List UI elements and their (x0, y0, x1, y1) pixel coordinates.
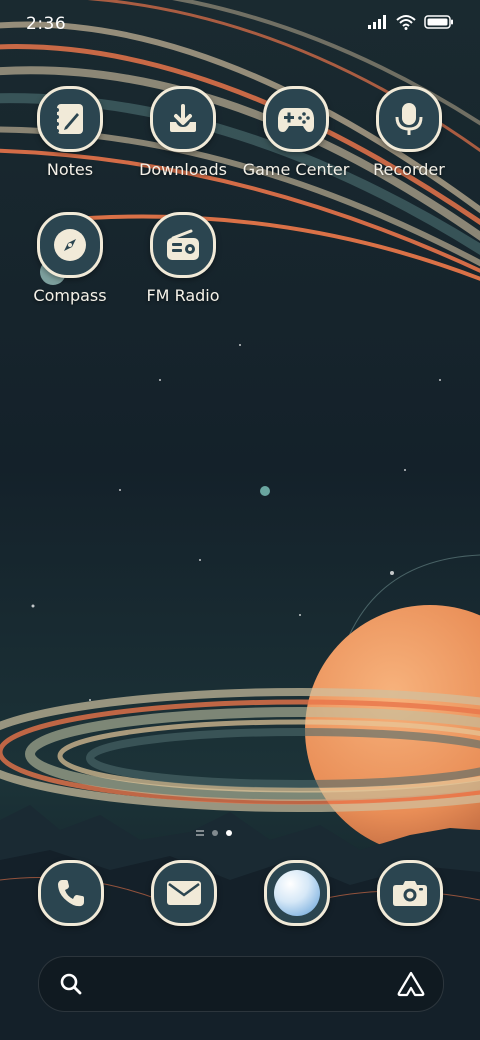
dock-mail[interactable] (151, 860, 217, 926)
camera-app-icon[interactable] (377, 860, 443, 926)
app-label: FM Radio (146, 286, 220, 305)
status-bar: 2:36 (0, 0, 480, 50)
notes-app-icon[interactable] (37, 86, 103, 152)
page-indicator[interactable] (196, 830, 232, 836)
wifi-icon (396, 15, 416, 30)
app-compass[interactable]: Compass (10, 212, 130, 305)
search-bar[interactable] (38, 956, 444, 1012)
camera-icon (393, 881, 427, 906)
notes-icon (55, 104, 83, 134)
app-label: Compass (33, 286, 107, 305)
dock-phone[interactable] (38, 860, 104, 926)
app-downloads[interactable]: Downloads (123, 86, 243, 179)
app-recorder[interactable]: Recorder (349, 86, 469, 179)
phone-app-icon[interactable] (38, 860, 104, 926)
signal-icon (368, 15, 386, 29)
app-notes[interactable]: Notes (10, 86, 130, 179)
status-icons (368, 14, 454, 30)
app-label: Downloads (139, 160, 227, 179)
downloads-app-icon[interactable] (150, 86, 216, 152)
radio-icon (167, 229, 199, 260)
dock-browser[interactable] (264, 860, 330, 926)
search-icon[interactable] (59, 972, 83, 996)
dock-camera[interactable] (377, 860, 443, 926)
app-label: Notes (46, 160, 94, 179)
battery-icon (424, 15, 453, 29)
recorder-app-icon[interactable] (376, 86, 442, 152)
browser-app-icon[interactable] (264, 860, 330, 926)
microphone-icon (395, 103, 423, 135)
assistant-icon[interactable] (397, 971, 425, 997)
page-dot[interactable] (196, 830, 204, 836)
compass-app-icon[interactable] (37, 212, 103, 278)
browser-icon (274, 870, 320, 916)
fm-radio-app-icon[interactable] (150, 212, 216, 278)
mail-icon (167, 881, 201, 905)
app-game-center[interactable]: Game Center (236, 86, 356, 179)
page-dot[interactable] (212, 830, 218, 836)
clock: 2:36 (26, 14, 67, 34)
mail-app-icon[interactable] (151, 860, 217, 926)
compass-icon (54, 229, 86, 261)
download-icon (170, 104, 196, 132)
gamepad-icon (278, 108, 314, 132)
app-label: Recorder (373, 160, 445, 179)
game-center-app-icon[interactable] (263, 86, 329, 152)
phone-icon (58, 880, 84, 907)
page-dot-current[interactable] (226, 830, 232, 836)
app-label: Game Center (242, 160, 350, 179)
app-fm-radio[interactable]: FM Radio (123, 212, 243, 305)
